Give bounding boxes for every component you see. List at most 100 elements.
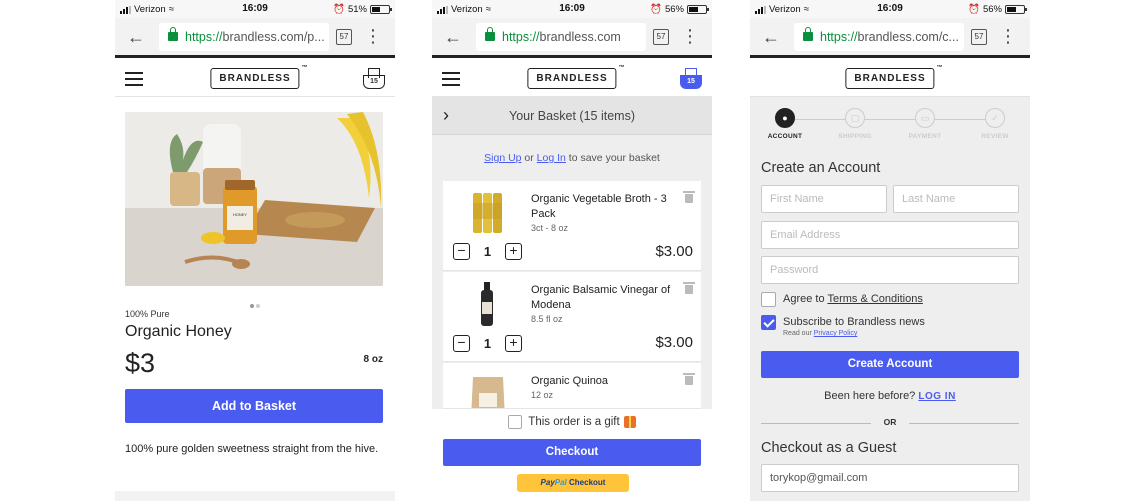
lock-icon bbox=[803, 27, 813, 41]
product-size: 8 oz bbox=[363, 354, 383, 365]
paypal-checkout-button[interactable]: PayPal Checkout bbox=[517, 474, 629, 492]
hamburger-menu-icon[interactable] bbox=[442, 72, 460, 86]
basket-item: Organic Balsamic Vinegar of Modena 8.5 f… bbox=[443, 272, 701, 362]
more-menu-icon[interactable]: ⋮ bbox=[999, 27, 1017, 45]
step-label: SHIPPING bbox=[838, 133, 872, 140]
browser-toolbar: ← https://brandless.com/p... 57 ⋮ bbox=[115, 18, 395, 58]
footer-divider bbox=[115, 491, 395, 501]
account-screen: Verizon ≈ 16:09 ⏰ 56% ← https://brandless.… bbox=[750, 0, 1030, 501]
tab-count-button[interactable]: 57 bbox=[653, 29, 669, 45]
progress-line bbox=[786, 119, 994, 120]
create-account-heading: Create an Account bbox=[761, 160, 881, 176]
terms-link[interactable]: Terms & Conditions bbox=[827, 293, 922, 305]
item-price: $3.00 bbox=[655, 243, 693, 260]
product-description: 100% pure golden sweetness straight from… bbox=[125, 443, 379, 455]
more-menu-icon[interactable]: ⋮ bbox=[364, 27, 382, 45]
basket-screen: Verizon ≈ 16:09 ⏰ 56% ← https://brandless.… bbox=[432, 0, 712, 501]
brand-logo[interactable]: BRANDLESS ™ bbox=[210, 65, 308, 89]
battery-percent: 51% bbox=[347, 4, 367, 15]
url-bar[interactable]: https://brandless.com/p... bbox=[159, 23, 329, 51]
product-price: $3 bbox=[125, 348, 156, 378]
add-to-basket-button[interactable]: Add to Basket bbox=[125, 389, 383, 423]
guest-heading: Checkout as a Guest bbox=[761, 440, 897, 456]
site-header: BRANDLESS ™ 15 bbox=[432, 61, 712, 97]
terms-checkbox[interactable] bbox=[761, 292, 776, 307]
trash-icon[interactable] bbox=[683, 373, 695, 385]
or-divider: OR bbox=[761, 417, 1019, 427]
url-bar[interactable]: https://brandless.com bbox=[476, 23, 646, 51]
trash-icon[interactable] bbox=[683, 191, 695, 203]
gift-icon bbox=[623, 416, 636, 428]
first-name-field[interactable]: First Name bbox=[761, 185, 887, 213]
product-screen: Verizon ≈ 16:09 ⏰ 51% ← https://brandless.… bbox=[115, 0, 395, 501]
decrease-button[interactable]: − bbox=[453, 335, 470, 352]
product-thumbnail bbox=[473, 193, 502, 233]
increase-button[interactable]: + bbox=[505, 335, 522, 352]
url-scheme: https:// bbox=[502, 30, 540, 44]
gift-label: This order is a gift bbox=[528, 416, 620, 429]
been-here-text: Been here before? bbox=[824, 390, 919, 402]
back-arrow-icon[interactable]: ← bbox=[127, 27, 145, 48]
tab-count-button[interactable]: 57 bbox=[971, 29, 987, 45]
decrease-button[interactable]: − bbox=[453, 243, 470, 260]
tab-count-button[interactable]: 57 bbox=[336, 29, 352, 45]
status-bar: Verizon ≈ 16:09 ⏰ 56% bbox=[432, 0, 712, 18]
product-title: Organic Honey bbox=[125, 323, 232, 340]
battery-icon bbox=[687, 5, 709, 14]
last-name-field[interactable]: Last Name bbox=[893, 185, 1019, 213]
guest-email-field[interactable]: torykop@gmail.com bbox=[761, 464, 1019, 492]
basket-icon[interactable]: 15 bbox=[363, 68, 385, 90]
site-header: BRANDLESS ™ 15 bbox=[115, 61, 395, 97]
logo-text: BRANDLESS bbox=[219, 73, 291, 84]
quantity-value: 1 bbox=[483, 244, 492, 259]
save-basket-prompt: Sign Up or Log In to save your basket bbox=[432, 152, 712, 164]
basket-icon[interactable]: 15 bbox=[680, 68, 702, 90]
url-text: brandless.com bbox=[539, 30, 621, 44]
basket-count: 15 bbox=[363, 75, 385, 89]
card-icon: ▭ bbox=[915, 108, 935, 128]
logo-text: BRANDLESS bbox=[536, 73, 608, 84]
logo-text: BRANDLESS bbox=[854, 73, 926, 84]
basket-header[interactable]: › Your Basket (15 items) bbox=[432, 97, 712, 135]
log-in-link[interactable]: LOG IN bbox=[918, 391, 955, 402]
quantity-stepper: − 1 + bbox=[453, 335, 522, 352]
battery-icon bbox=[370, 5, 392, 14]
subscribe-checkbox[interactable] bbox=[761, 315, 776, 330]
save-text: to save your basket bbox=[565, 152, 660, 164]
user-icon: ● bbox=[775, 108, 795, 128]
back-arrow-icon[interactable]: ← bbox=[762, 27, 780, 48]
battery-icon bbox=[1005, 5, 1027, 14]
email-field[interactable]: Email Address bbox=[761, 221, 1019, 249]
alarm-icon: ⏰ bbox=[968, 4, 980, 15]
quantity-stepper: − 1 + bbox=[453, 243, 522, 260]
check-icon: ✓ bbox=[985, 108, 1005, 128]
privacy-link[interactable]: Privacy Policy bbox=[814, 330, 858, 337]
hamburger-menu-icon[interactable] bbox=[125, 72, 143, 86]
battery-percent: 56% bbox=[982, 4, 1002, 15]
or-text: or bbox=[521, 152, 537, 164]
log-in-link[interactable]: Log In bbox=[537, 152, 566, 164]
brand-logo[interactable]: BRANDLESS ™ bbox=[527, 65, 625, 89]
agree-text: Agree to bbox=[783, 293, 828, 305]
back-arrow-icon[interactable]: ← bbox=[444, 27, 462, 48]
checkout-button[interactable]: Checkout bbox=[443, 439, 701, 466]
url-bar[interactable]: https://brandless.com/c... bbox=[794, 23, 964, 51]
gift-checkbox[interactable] bbox=[508, 415, 523, 429]
trash-icon[interactable] bbox=[683, 282, 695, 294]
gift-option[interactable]: This order is a gift bbox=[432, 415, 712, 429]
step-label: REVIEW bbox=[981, 133, 1009, 140]
increase-button[interactable]: + bbox=[505, 243, 522, 260]
brand-logo[interactable]: BRANDLESS ™ bbox=[845, 65, 943, 89]
create-account-button[interactable]: Create Account bbox=[761, 351, 1019, 378]
product-thumbnail bbox=[471, 377, 505, 408]
password-field[interactable]: Password bbox=[761, 256, 1019, 284]
paypal-checkout-text: Checkout bbox=[566, 478, 606, 487]
sign-up-link[interactable]: Sign Up bbox=[484, 152, 521, 164]
trademark: ™ bbox=[301, 65, 309, 71]
more-menu-icon[interactable]: ⋮ bbox=[681, 27, 699, 45]
alarm-icon: ⏰ bbox=[333, 4, 345, 15]
subscribe-label: Subscribe to Brandless news bbox=[783, 316, 925, 328]
status-bar: Verizon ≈ 16:09 ⏰ 56% bbox=[750, 0, 1030, 18]
basket-title: Your Basket (15 items) bbox=[509, 109, 635, 123]
step-account: ● ACCOUNT bbox=[755, 108, 815, 140]
